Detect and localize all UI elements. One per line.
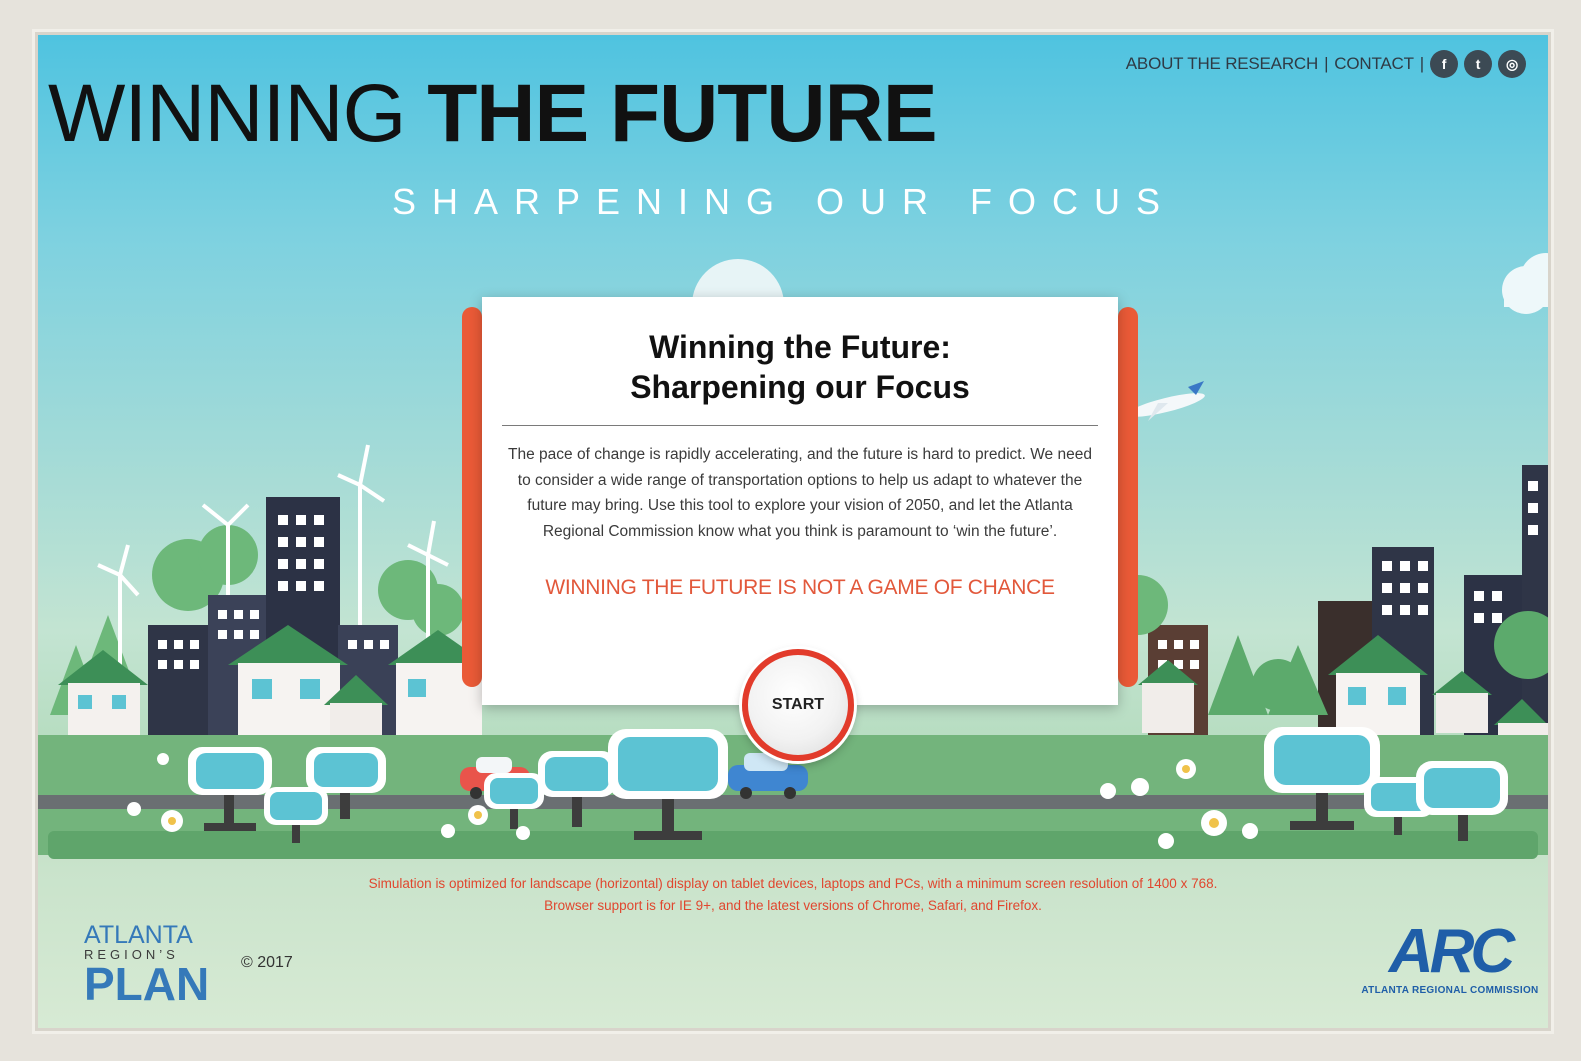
card-title-line2: Sharpening our Focus bbox=[630, 369, 970, 405]
plan-logo-line1: ATLANTA bbox=[84, 921, 193, 949]
notice-line-2: Browser support is for IE 9+, and the la… bbox=[544, 898, 1042, 913]
page-title: WINNING THE FUTURE bbox=[48, 73, 938, 155]
title-light-part: WINNING bbox=[48, 68, 406, 159]
arc-logo-name: ATLANTA REGIONAL COMMISSION bbox=[1361, 985, 1539, 996]
nav-separator: | bbox=[1419, 54, 1424, 73]
card-description: The pace of change is rapidly accelerati… bbox=[508, 446, 1092, 540]
cloud-icon bbox=[1502, 253, 1548, 314]
contact-link[interactable]: CONTACT bbox=[1334, 54, 1414, 74]
atlanta-regions-plan-logo[interactable]: ATLANTA REGION’S PLAN bbox=[84, 921, 214, 1010]
browser-notice: Simulation is optimized for landscape (h… bbox=[38, 873, 1548, 917]
card-title-line1: Winning the Future: bbox=[649, 329, 951, 365]
page-subtitle: SHARPENING OUR FOCUS bbox=[392, 181, 1177, 222]
nav-separator: | bbox=[1324, 54, 1329, 73]
card-title: Winning the Future: Sharpening our Focus bbox=[482, 327, 1118, 407]
front-lawn bbox=[48, 831, 1538, 859]
houses-left bbox=[58, 625, 488, 739]
arc-logo-mark: ARC bbox=[1388, 917, 1515, 986]
app-frame: ABOUT THE RESEARCH | CONTACT | f t ◎ WIN… bbox=[38, 35, 1548, 1028]
about-research-link[interactable]: ABOUT THE RESEARCH bbox=[1126, 54, 1318, 74]
start-button[interactable]: START bbox=[742, 649, 854, 761]
card-divider bbox=[502, 425, 1098, 426]
twitter-icon[interactable]: t bbox=[1464, 50, 1492, 78]
card-tagline: WINNING THE FUTURE IS NOT A GAME OF CHAN… bbox=[545, 576, 1055, 599]
intro-card: Winning the Future: Sharpening our Focus… bbox=[482, 297, 1118, 705]
title-bold-part: THE FUTURE bbox=[427, 68, 937, 159]
facebook-icon[interactable]: f bbox=[1430, 50, 1458, 78]
plan-logo-line3: PLAN bbox=[84, 958, 210, 1010]
arc-logo[interactable]: ARC ATLANTA REGIONAL COMMISSION bbox=[1352, 917, 1548, 997]
copyright-text: © 2017 bbox=[241, 954, 293, 971]
card-edge-left bbox=[462, 307, 482, 687]
card-edge-right bbox=[1118, 307, 1138, 687]
notice-line-1: Simulation is optimized for landscape (h… bbox=[368, 876, 1218, 891]
top-nav: ABOUT THE RESEARCH | CONTACT | f t ◎ bbox=[1126, 49, 1526, 79]
instagram-icon[interactable]: ◎ bbox=[1498, 50, 1526, 78]
